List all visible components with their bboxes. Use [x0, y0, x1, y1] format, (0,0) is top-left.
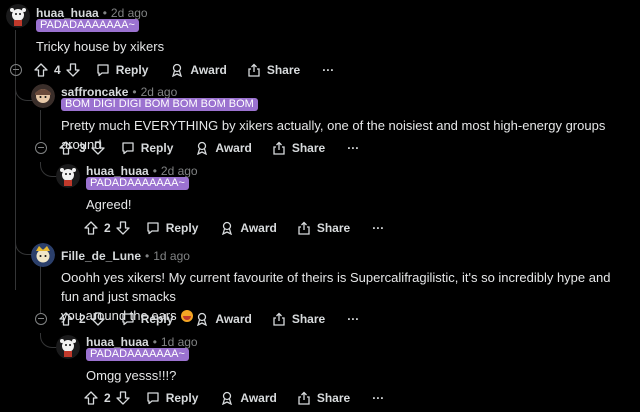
more-options-button[interactable]: ···	[322, 63, 334, 77]
award-button[interactable]: Award	[195, 312, 252, 326]
user-flair: PADADAAAAAAA~	[86, 177, 189, 190]
share-button[interactable]: Share	[247, 63, 300, 77]
comment-text: Omgg yesss!!!?	[86, 368, 177, 383]
collapse-button[interactable]	[35, 142, 47, 154]
award-icon	[172, 63, 183, 77]
comment-text-line: Ooohh yes xikers! My current favourite o…	[61, 270, 611, 304]
comment-text: Agreed!	[86, 197, 132, 212]
avatar[interactable]	[31, 84, 55, 108]
comment-meta: huaa_huaa • 2d ago	[36, 6, 148, 20]
comment-meta: huaa_huaa • 2d ago	[86, 164, 198, 178]
reply-icon	[122, 142, 134, 155]
more-options-button[interactable]: ···	[372, 221, 384, 235]
reply-icon	[97, 64, 109, 77]
downvote-icon[interactable]	[91, 312, 105, 326]
share-button[interactable]: Share	[297, 391, 350, 405]
username[interactable]: saffroncake	[61, 85, 128, 99]
avatar[interactable]	[56, 335, 80, 359]
collapse-button[interactable]	[35, 313, 47, 325]
username[interactable]: huaa_huaa	[86, 164, 149, 178]
downvote-icon[interactable]	[66, 63, 80, 77]
user-flair: PADADAAAAAAA~	[86, 348, 189, 361]
comment-actions: 2 Reply Award Share ···	[59, 309, 359, 329]
avatar[interactable]	[6, 4, 30, 28]
vote-count: 2	[104, 391, 111, 405]
timestamp[interactable]: 2d ago	[141, 85, 178, 99]
share-button[interactable]: Share	[272, 141, 325, 155]
vote-count: 3	[79, 141, 86, 155]
timestamp[interactable]: 1d ago	[153, 249, 190, 263]
username[interactable]: huaa_huaa	[36, 6, 99, 20]
award-icon	[197, 141, 208, 155]
username[interactable]: huaa_huaa	[86, 335, 149, 349]
reply-icon	[122, 313, 134, 326]
collapse-button[interactable]	[10, 64, 22, 76]
share-button[interactable]: Share	[272, 312, 325, 326]
avatar[interactable]	[56, 164, 80, 188]
comment-text: Tricky house by xikers	[36, 39, 165, 54]
timestamp[interactable]: 2d ago	[111, 6, 148, 20]
timestamp[interactable]: 1d ago	[161, 335, 198, 349]
comment-actions: 2 Reply Award Share ···	[84, 388, 384, 408]
thread-line-reply	[40, 265, 41, 313]
award-icon	[222, 391, 233, 405]
timestamp[interactable]: 2d ago	[161, 164, 198, 178]
share-icon	[298, 391, 310, 405]
upvote-icon[interactable]	[84, 221, 98, 235]
comment-actions: 3 Reply Award Share ···	[59, 138, 359, 158]
share-icon	[298, 221, 310, 235]
vote-count: 4	[54, 63, 61, 77]
comment-meta: Fille_de_Lune • 1d ago	[61, 249, 190, 263]
user-flair: BOM DIGI DIGI BOM BOM BOM BOM	[61, 98, 258, 111]
reply-icon	[147, 392, 159, 405]
award-button[interactable]: Award	[170, 63, 227, 77]
share-icon	[273, 312, 285, 326]
vote-count: 2	[104, 221, 111, 235]
award-button[interactable]: Award	[195, 141, 252, 155]
more-options-button[interactable]: ···	[372, 391, 384, 405]
reply-button[interactable]: Reply	[146, 391, 198, 405]
reply-button[interactable]: Reply	[121, 312, 173, 326]
reply-button[interactable]: Reply	[96, 63, 148, 77]
avatar[interactable]	[31, 243, 55, 267]
vote-count: 2	[79, 312, 86, 326]
upvote-icon[interactable]	[34, 63, 48, 77]
upvote-icon[interactable]	[59, 141, 73, 155]
share-icon	[273, 141, 285, 155]
share-button[interactable]: Share	[297, 221, 350, 235]
downvote-icon[interactable]	[91, 141, 105, 155]
comment-actions: 4 Reply Award Share ···	[34, 60, 334, 80]
comment-meta: huaa_huaa • 1d ago	[86, 335, 198, 349]
reply-icon	[147, 222, 159, 235]
award-button[interactable]: Award	[220, 391, 277, 405]
username[interactable]: Fille_de_Lune	[61, 249, 141, 263]
downvote-icon[interactable]	[116, 221, 130, 235]
reply-button[interactable]: Reply	[146, 221, 198, 235]
comment-meta: saffroncake • 2d ago	[61, 85, 178, 99]
more-options-button[interactable]: ···	[347, 141, 359, 155]
thread-line-reply	[40, 110, 41, 140]
upvote-icon[interactable]	[59, 312, 73, 326]
more-options-button[interactable]: ···	[347, 312, 359, 326]
award-button[interactable]: Award	[220, 221, 277, 235]
award-icon	[197, 312, 208, 326]
reply-button[interactable]: Reply	[121, 141, 173, 155]
share-icon	[248, 63, 260, 77]
user-flair: PADADAAAAAAA~	[36, 19, 139, 32]
upvote-icon[interactable]	[84, 391, 98, 405]
award-icon	[222, 221, 233, 235]
comment-actions: 2 Reply Award Share ···	[84, 218, 384, 238]
downvote-icon[interactable]	[116, 391, 130, 405]
